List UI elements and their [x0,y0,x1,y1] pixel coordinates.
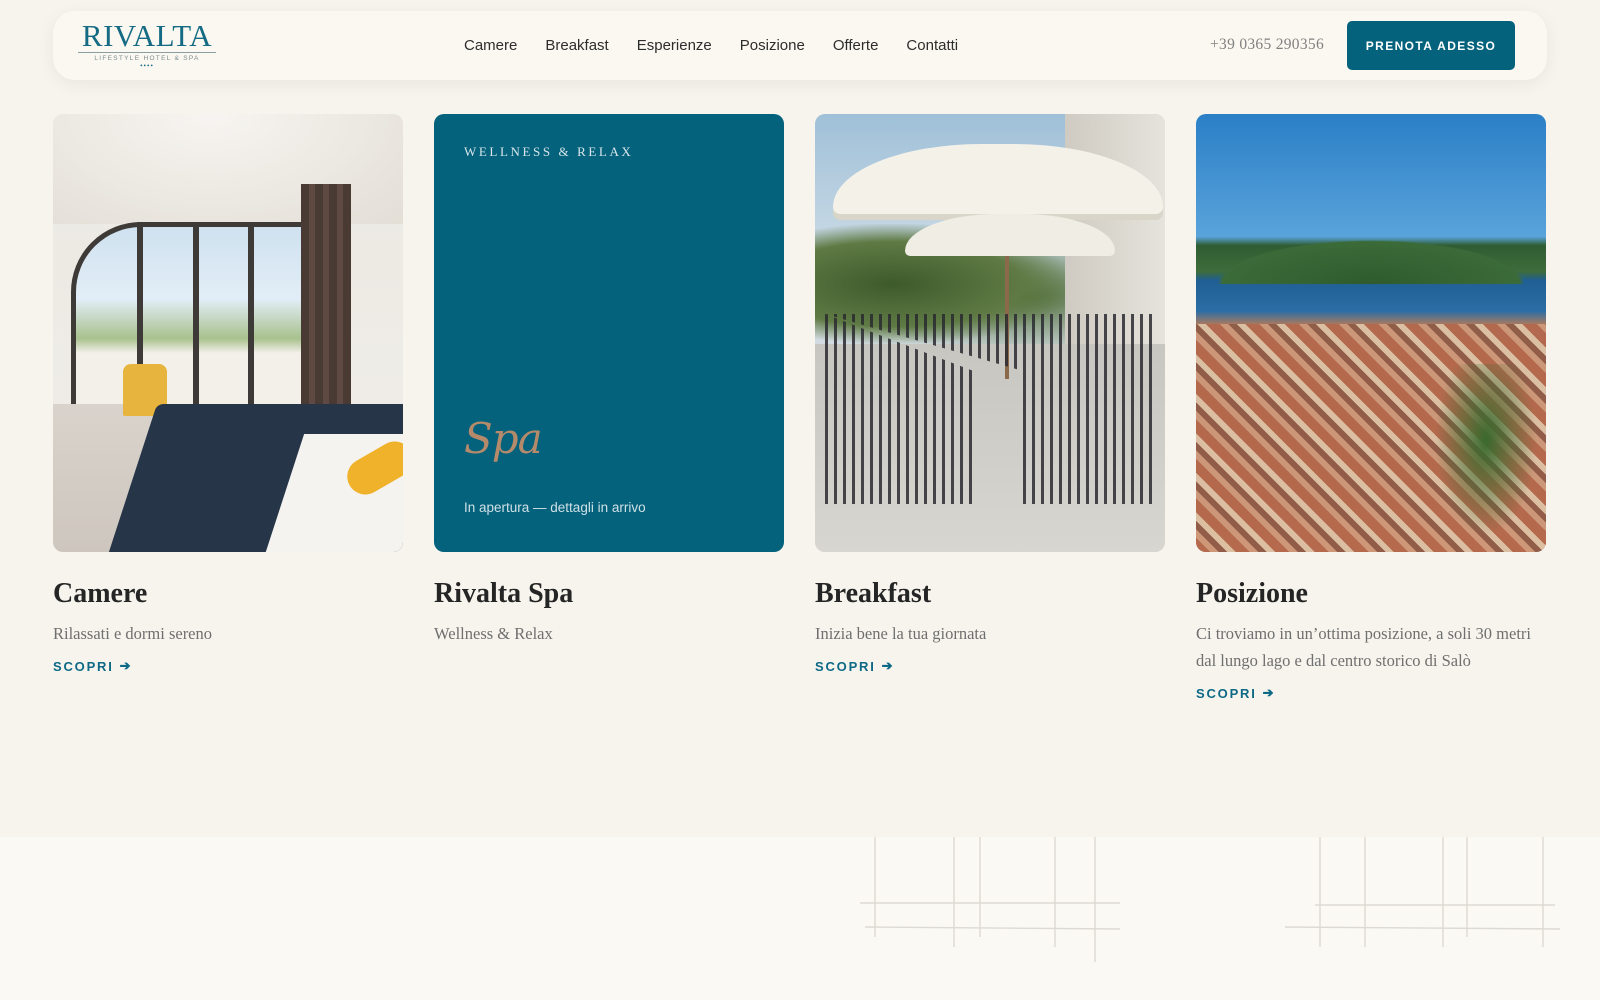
nav-item-camere[interactable]: Camere [464,37,517,54]
link-label: SCOPRI [53,658,114,674]
card-title: Breakfast [815,578,932,609]
breakfast-terrace-image[interactable] [815,114,1165,552]
card-description: Wellness & Relax [434,624,553,643]
book-now-button[interactable]: PRENOTA ADESSO [1347,21,1515,70]
nav-item-breakfast[interactable]: Breakfast [545,37,608,54]
arrow-right-icon: ➔ [119,658,131,673]
logo-wordmark: RIVALTA [77,20,217,53]
card-breakfast: Breakfast Inizia bene la tua giornata SC… [815,114,1165,676]
nav-item-esperienze[interactable]: Esperienze [637,37,712,54]
nav-item-posizione[interactable]: Posizione [740,37,805,54]
logo-stars: •••• [140,62,154,70]
card-description: Inizia bene la tua giornata [815,624,987,643]
nav-item-offerte[interactable]: Offerte [833,37,879,54]
sketch-decoration-right [1285,837,1561,947]
hotel-logo[interactable]: RIVALTA LIFESTYLE HOTEL & SPA •••• [77,18,217,74]
spa-script-label: Spa [464,414,543,463]
site-header: RIVALTA LIFESTYLE HOTEL & SPA •••• Camer… [53,11,1547,80]
hotel-room-image[interactable] [53,114,403,552]
discover-camere-link[interactable]: SCOPRI ➔ [53,658,131,674]
spa-panel: WELLNESS & RELAX Spa In apertura — detta… [434,114,784,552]
next-section-band [0,837,1600,1000]
phone-number[interactable]: +39 0365 290356 [1210,36,1324,54]
spa-eyebrow: WELLNESS & RELAX [464,144,634,159]
arrow-right-icon: ➔ [881,658,893,673]
card-title: Camere [53,578,148,609]
link-label: SCOPRI [815,658,876,674]
card-description: Rilassati e dormi sereno [53,624,213,643]
lake-town-image[interactable] [1196,114,1546,552]
discover-breakfast-link[interactable]: SCOPRI ➔ [815,658,893,674]
card-title: Rivalta Spa [434,578,574,609]
card-spa: WELLNESS & RELAX Spa In apertura — detta… [434,114,784,647]
sketch-decoration-left [860,837,1121,962]
spa-opening-note: In apertura — dettagli in arrivo [464,500,646,515]
nav-item-contatti[interactable]: Contatti [906,37,958,54]
card-title: Posizione [1196,578,1308,609]
card-posizione: Posizione Ci troviamo in un’ottima posiz… [1196,114,1546,703]
arrow-right-icon: ➔ [1262,685,1274,700]
link-label: SCOPRI [1196,685,1257,701]
discover-posizione-link[interactable]: SCOPRI ➔ [1196,685,1274,701]
logo-tagline: LIFESTYLE HOTEL & SPA [94,55,200,62]
card-description: Ci troviamo in un’ottima posizione, a so… [1196,624,1531,670]
card-camere: Camere Rilassati e dormi sereno SCOPRI ➔ [53,114,403,676]
main-nav: Camere Breakfast Esperienze Posizione Of… [464,11,986,80]
